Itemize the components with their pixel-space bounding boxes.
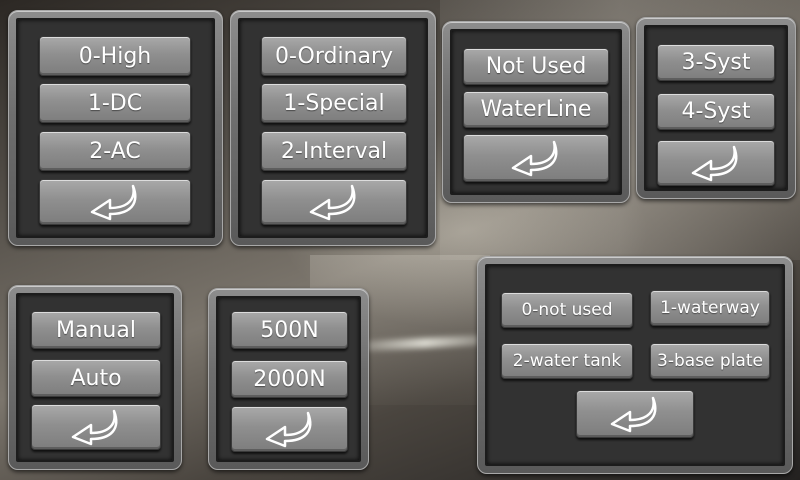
control-menu-panel: Manual Auto [8,285,182,470]
option-0-ordinary-button[interactable]: 0-Ordinary [261,36,407,76]
system-menu-inner: 3-Syst 4-Syst [644,25,788,191]
option-0-not-used-button[interactable]: 0-not used [501,292,633,328]
return-arrow-icon [511,140,558,177]
back-button[interactable] [39,179,191,225]
back-button[interactable] [231,406,348,452]
return-arrow-icon [309,184,356,221]
trigger-menu-panel: 0-High 1-DC 2-AC [8,10,223,246]
water-menu-inner: Not Used WaterLine [450,29,622,195]
return-arrow-icon [691,145,738,182]
option-auto-button[interactable]: Auto [31,359,161,397]
option-2-water-tank-button[interactable]: 2-water tank [501,343,633,379]
water-menu-panel: Not Used WaterLine [442,21,630,203]
option-2-ac-button[interactable]: 2-AC [39,131,191,171]
control-menu-inner: Manual Auto [16,293,174,462]
cooling-menu-panel: 0-not used 1-waterway 2-water tank 3-bas… [477,256,793,474]
force-menu-inner: 500N 2000N [216,296,361,462]
option-manual-button[interactable]: Manual [31,311,161,349]
system-menu-panel: 3-Syst 4-Syst [636,17,796,199]
back-button[interactable] [463,134,609,182]
option-0-high-button[interactable]: 0-High [39,36,191,76]
return-arrow-icon [610,396,657,433]
trigger-menu-inner: 0-High 1-DC 2-AC [16,18,215,238]
force-menu-panel: 500N 2000N [208,288,369,470]
mode-menu-panel: 0-Ordinary 1-Special 2-Interval [230,10,436,246]
option-3-syst-button[interactable]: 3-Syst [657,44,775,81]
return-arrow-icon [265,411,311,448]
return-arrow-icon [90,184,137,221]
option-500n-button[interactable]: 500N [231,311,348,349]
option-3-base-plate-button[interactable]: 3-base plate [650,343,770,379]
option-1-dc-button[interactable]: 1-DC [39,83,191,123]
back-button[interactable] [657,140,775,186]
option-2000n-button[interactable]: 2000N [231,360,348,398]
return-arrow-icon [71,409,118,446]
back-button[interactable] [576,390,694,438]
mode-menu-inner: 0-Ordinary 1-Special 2-Interval [238,18,428,238]
option-not-used-button[interactable]: Not Used [463,48,609,85]
option-1-waterway-button[interactable]: 1-waterway [650,290,770,326]
option-1-special-button[interactable]: 1-Special [261,83,407,123]
option-waterline-button[interactable]: WaterLine [463,91,609,128]
back-button[interactable] [261,179,407,225]
option-4-syst-button[interactable]: 4-Syst [657,93,775,130]
option-2-interval-button[interactable]: 2-Interval [261,131,407,171]
back-button[interactable] [31,404,161,450]
cooling-menu-inner: 0-not used 1-waterway 2-water tank 3-bas… [485,264,785,466]
